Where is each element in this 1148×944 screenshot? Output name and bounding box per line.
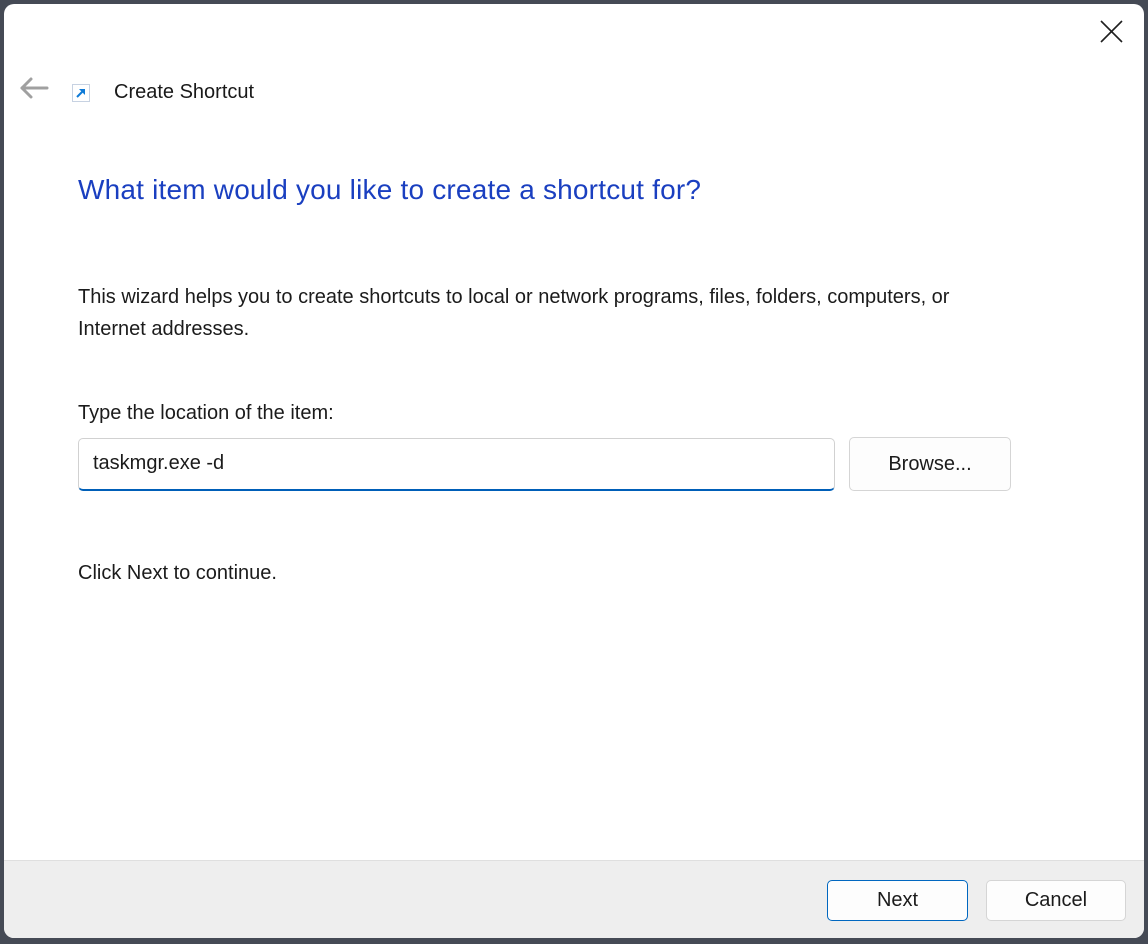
back-button[interactable] bbox=[16, 72, 52, 104]
location-input[interactable] bbox=[78, 438, 835, 491]
wizard-description: This wizard helps you to create shortcut… bbox=[78, 286, 950, 340]
next-button[interactable]: Next bbox=[827, 880, 968, 921]
shortcut-arrow-icon bbox=[72, 84, 90, 102]
close-button[interactable] bbox=[1094, 14, 1128, 48]
create-shortcut-dialog: Create Shortcut What item would you like… bbox=[4, 4, 1144, 938]
browse-button[interactable]: Browse... bbox=[849, 437, 1011, 491]
dialog-footer: Next Cancel bbox=[4, 860, 1144, 938]
next-hint-text: Click Next to continue. bbox=[78, 562, 277, 584]
dialog-title: Create Shortcut bbox=[114, 81, 255, 103]
close-icon bbox=[1099, 19, 1123, 43]
wizard-heading: What item would you like to create a sho… bbox=[78, 174, 702, 205]
location-label: Type the location of the item: bbox=[78, 402, 334, 424]
cancel-button[interactable]: Cancel bbox=[986, 880, 1126, 921]
back-arrow-icon bbox=[19, 76, 49, 100]
